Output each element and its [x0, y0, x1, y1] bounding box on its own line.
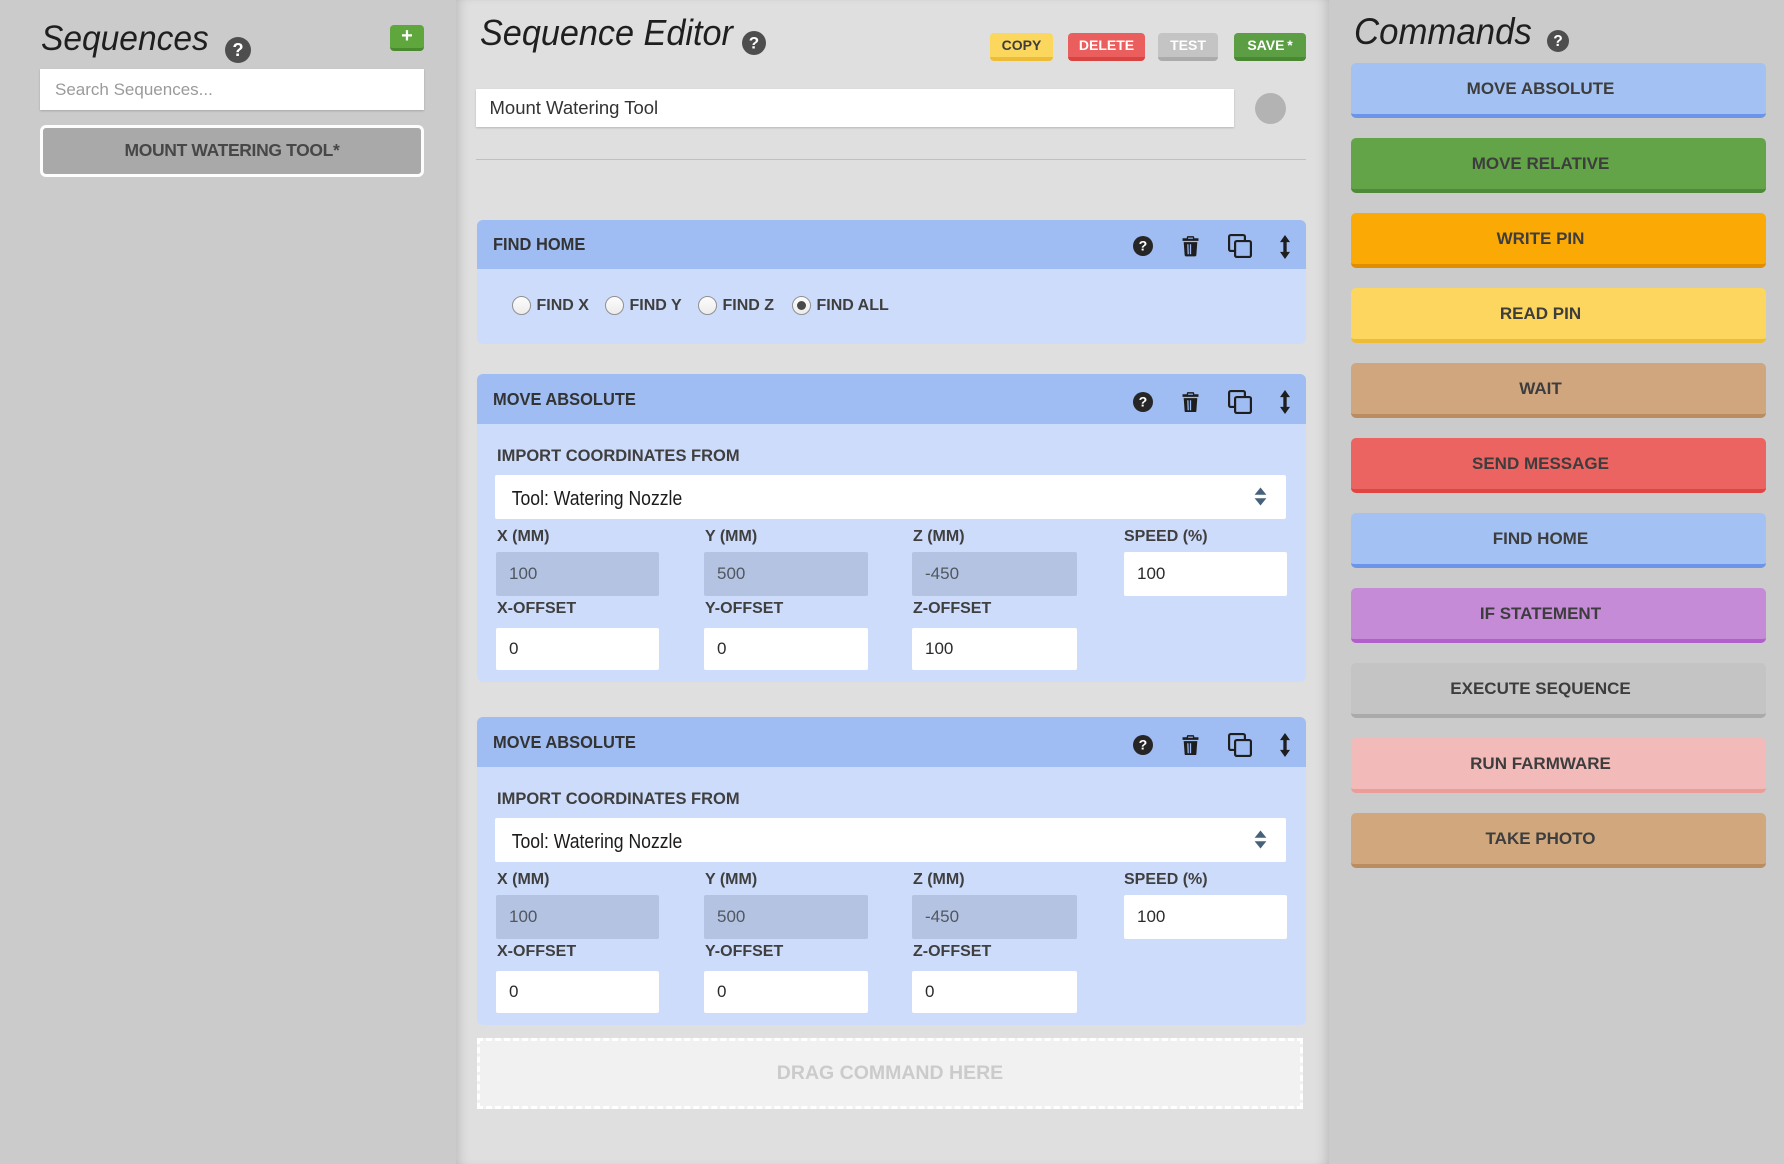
svg-text:?: ?	[1553, 33, 1563, 50]
svg-text:?: ?	[1139, 737, 1148, 753]
svg-text:?: ?	[232, 39, 243, 60]
svg-text:?: ?	[1139, 239, 1148, 255]
svg-text:?: ?	[749, 34, 759, 53]
svg-text:?: ?	[1139, 394, 1148, 410]
